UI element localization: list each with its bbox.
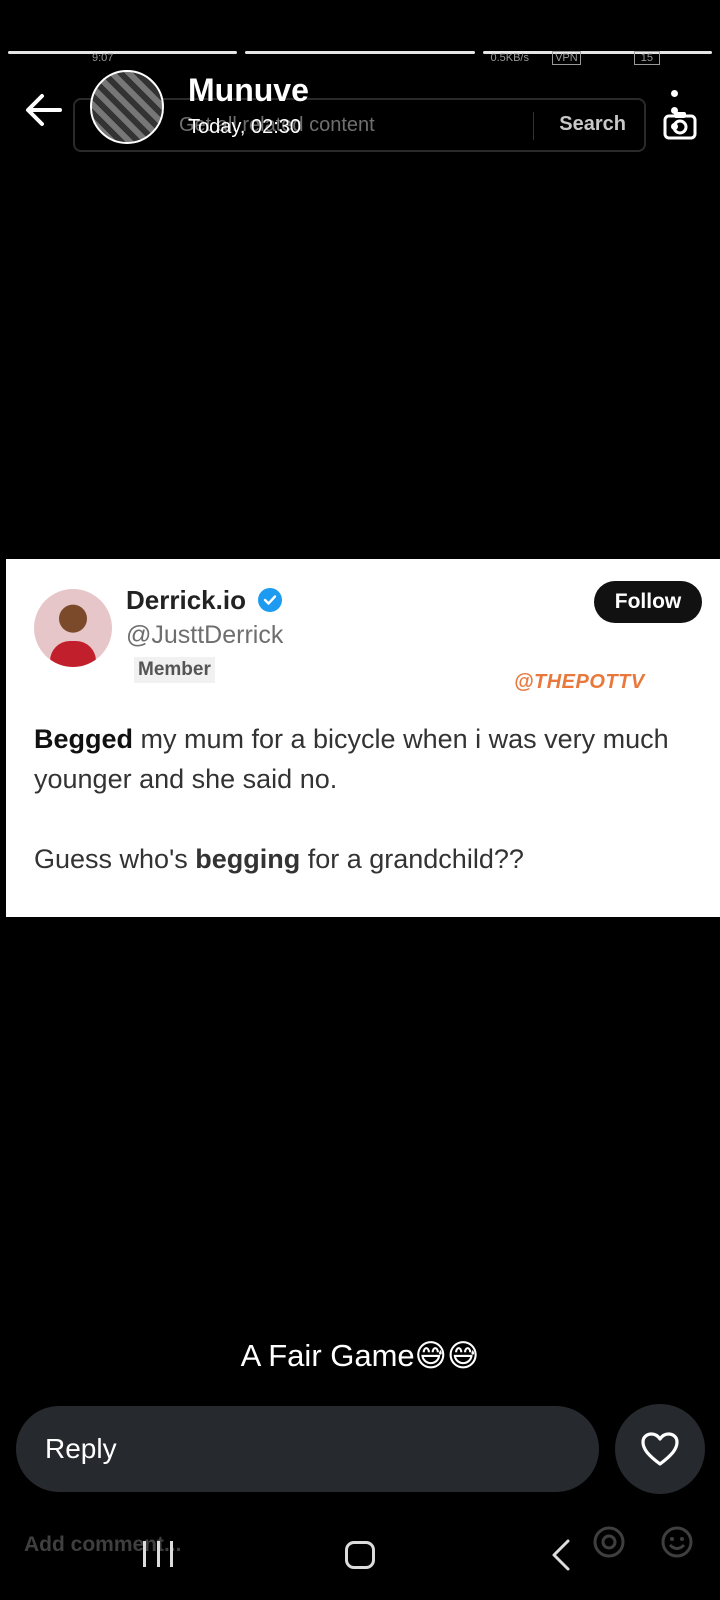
emoji-icon — [661, 1526, 693, 1558]
arrow-left-icon — [26, 94, 62, 126]
back-button[interactable] — [18, 84, 70, 136]
tweet-bold-word: begging — [195, 844, 301, 874]
recents-bar — [156, 1541, 160, 1567]
watermark: @THEPOTTV — [514, 671, 645, 693]
status-time: 9:07 — [92, 52, 114, 64]
tweet-handle: @JusttDerrick — [126, 621, 284, 649]
tweet-text: Guess who's — [34, 844, 196, 874]
tweet-follow-button: Follow — [594, 581, 702, 623]
net-speed: 0.5KB/s — [490, 52, 529, 64]
verified-badge-icon — [258, 588, 282, 612]
tweet-text-paragraph-2: Guess who's begging for a grandchild?? — [34, 839, 694, 879]
reply-placeholder: Reply — [45, 1433, 117, 1464]
ghost-search-divider — [533, 112, 534, 140]
more-dot — [670, 106, 678, 114]
tweet-avatar — [34, 589, 112, 667]
tweet-text: for a grandchild?? — [300, 844, 524, 874]
recents-bar — [170, 1541, 173, 1567]
battery-indicator: 15 — [633, 51, 660, 65]
story-progress-segment — [245, 51, 475, 54]
ghost-search-button: Search — [559, 113, 626, 135]
tweet-bold-word: Begged — [34, 724, 134, 754]
nav-back-button[interactable] — [548, 1538, 574, 1572]
tweet-text-paragraph-1: Begged my mum for a bicycle when i was v… — [34, 719, 694, 799]
at-icon — [593, 1526, 625, 1558]
avatar[interactable] — [90, 70, 164, 144]
tweet-card: Derrick.io @JusttDerrick Member Follow @… — [6, 559, 720, 917]
story-timestamp: Today, 02:30 — [188, 116, 302, 138]
tweet-member-badge: Member — [134, 657, 215, 683]
story-progress-segment — [8, 51, 238, 54]
nav-home-button[interactable] — [345, 1541, 375, 1569]
tweet-author-name: Derrick.io — [126, 585, 246, 615]
recents-icon — [143, 1541, 146, 1567]
story-caption: A Fair Game😅😅 — [240, 1338, 480, 1373]
status-right: 0.5KB/s VPN 15 — [490, 51, 660, 65]
more-vertical-icon — [670, 90, 678, 97]
nav-recents-button[interactable] — [143, 1541, 173, 1567]
story-username[interactable]: Munuve — [188, 72, 309, 109]
more-dot — [670, 123, 678, 130]
heart-icon — [641, 1432, 679, 1466]
vpn-indicator: VPN — [552, 51, 581, 65]
like-button[interactable] — [615, 1404, 705, 1494]
reply-input[interactable]: Reply — [16, 1406, 599, 1492]
more-options-button[interactable] — [666, 90, 682, 130]
